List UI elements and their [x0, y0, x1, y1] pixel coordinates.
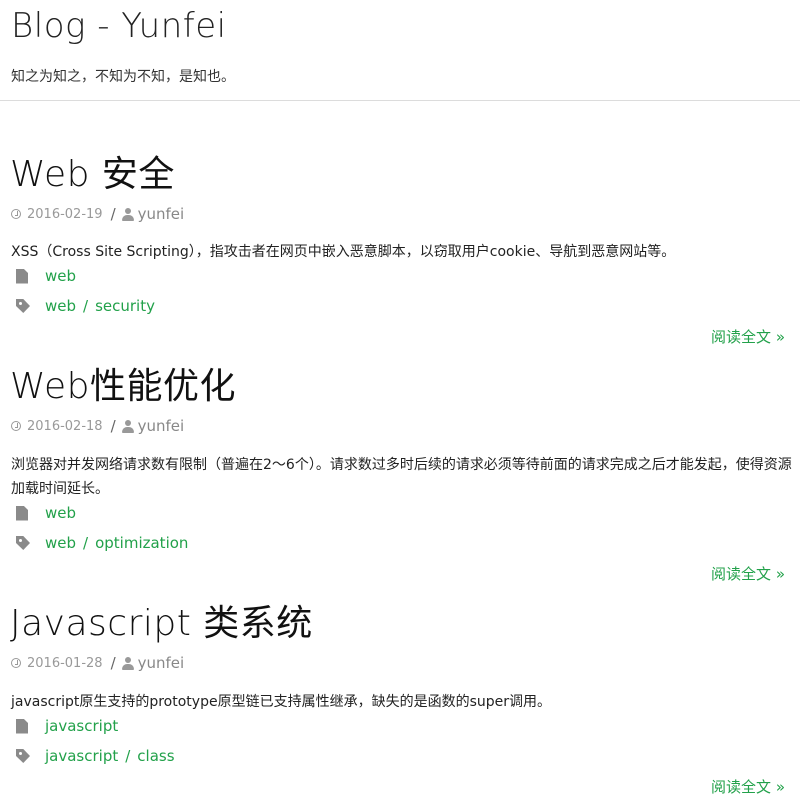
meta-separator: /: [110, 654, 116, 672]
read-more-link[interactable]: 阅读全文 »: [711, 776, 785, 797]
meta-separator: /: [110, 205, 116, 223]
post-date: 2016-02-18: [27, 418, 103, 434]
site-title[interactable]: Blog - Yunfei: [11, 6, 227, 46]
user-icon: [121, 207, 134, 221]
file-icon: [16, 718, 28, 734]
post-excerpt: XSS（Cross Site Scripting），指攻击者在网页中嵌入恶意脚本…: [11, 244, 676, 260]
tag-link[interactable]: class: [137, 747, 174, 765]
post-item: Web性能优化 2016-02-18 / yunfei 浏览器对并发网络请求数有…: [0, 357, 800, 587]
read-more-link[interactable]: 阅读全文 »: [711, 326, 785, 347]
clock-icon: [11, 421, 21, 431]
post-category: web: [16, 504, 76, 522]
tag-link[interactable]: web: [45, 534, 76, 552]
post-date: 2016-02-19: [27, 206, 103, 222]
post-tags: web / security: [16, 297, 155, 315]
tag-link[interactable]: security: [95, 297, 155, 315]
tag-separator: /: [125, 747, 131, 765]
category-link[interactable]: web: [45, 267, 76, 285]
post-author[interactable]: yunfei: [138, 417, 185, 435]
tag-separator: /: [83, 534, 89, 552]
post-meta: 2016-02-19 / yunfei: [11, 205, 184, 223]
post-meta: 2016-02-18 / yunfei: [11, 417, 184, 435]
tag-separator: /: [83, 297, 89, 315]
site-header: Blog - Yunfei 知之为知之，不知为不知，是知也。: [0, 0, 800, 101]
post-category: web: [16, 267, 76, 285]
site-subtitle: 知之为知之，不知为不知，是知也。: [11, 69, 235, 85]
post-title[interactable]: Web 安全: [10, 145, 175, 197]
user-icon: [121, 656, 134, 670]
category-link[interactable]: web: [45, 504, 76, 522]
file-icon: [16, 268, 28, 284]
post-meta: 2016-01-28 / yunfei: [11, 654, 184, 672]
post-author[interactable]: yunfei: [138, 205, 185, 223]
post-excerpt: javascript原生支持的prototype原型链已支持属性继承，缺失的是函…: [11, 694, 551, 710]
user-icon: [121, 419, 134, 433]
tag-link[interactable]: optimization: [95, 534, 188, 552]
post-author[interactable]: yunfei: [138, 654, 185, 672]
clock-icon: [11, 658, 21, 668]
post-title[interactable]: Web性能优化: [10, 357, 236, 409]
category-link[interactable]: javascript: [45, 717, 118, 735]
tag-icon: [16, 536, 30, 550]
post-date: 2016-01-28: [27, 655, 103, 671]
post-category: javascript: [16, 717, 118, 735]
clock-icon: [11, 209, 21, 219]
post-tags: web / optimization: [16, 534, 188, 552]
post-item: Javascript 类系统 2016-01-28 / yunfei javas…: [0, 594, 800, 800]
tag-link[interactable]: javascript: [45, 747, 118, 765]
post-tags: javascript / class: [16, 747, 175, 765]
tag-icon: [16, 299, 30, 313]
post-title[interactable]: Javascript 类系统: [10, 594, 313, 646]
tag-link[interactable]: web: [45, 297, 76, 315]
file-icon: [16, 505, 28, 521]
post-item: Web 安全 2016-02-19 / yunfei XSS（Cross Sit…: [0, 145, 800, 355]
meta-separator: /: [110, 417, 116, 435]
tag-icon: [16, 749, 30, 763]
post-excerpt: 浏览器对并发网络请求数有限制（普遍在2～6个）。请求数过多时后续的请求必须等待前…: [11, 457, 792, 497]
read-more-link[interactable]: 阅读全文 »: [711, 563, 785, 584]
